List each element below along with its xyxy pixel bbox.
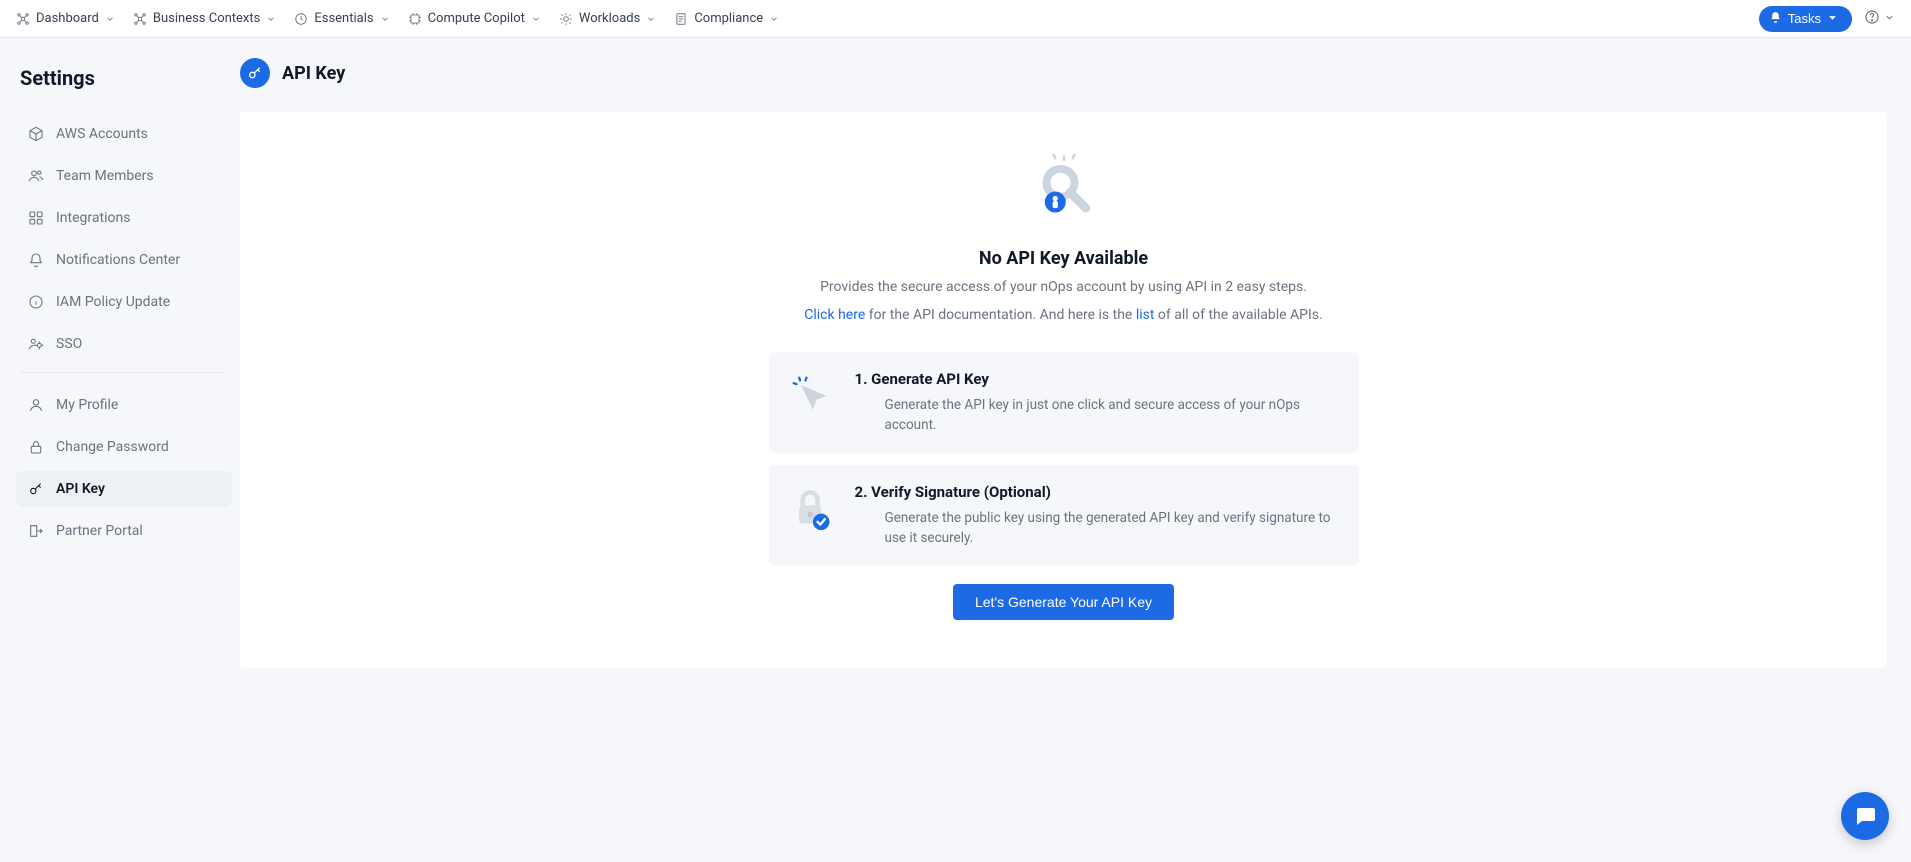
cube-icon [28, 126, 44, 142]
chevron-down-icon [531, 14, 541, 24]
sidebar-item-label: SSO [56, 336, 82, 352]
step-title: 2. Verify Signature (Optional) [855, 483, 1335, 501]
sidebar-item-iam-policy[interactable]: IAM Policy Update [16, 284, 232, 320]
sidebar-item-change-password[interactable]: Change Password [16, 429, 232, 465]
chevron-down-icon [1884, 11, 1895, 27]
sidebar-item-team-members[interactable]: Team Members [16, 158, 232, 194]
sso-icon [28, 336, 44, 352]
chevron-down-icon [380, 14, 390, 24]
chat-icon [1853, 804, 1877, 828]
help-icon [1864, 9, 1880, 29]
sidebar-item-label: AWS Accounts [56, 126, 148, 142]
exit-icon [28, 523, 44, 539]
key-icon [28, 481, 44, 497]
contexts-icon [133, 12, 147, 26]
page-title: API Key [282, 63, 345, 84]
top-nav-right: Tasks [1759, 6, 1895, 32]
sidebar-item-aws-accounts[interactable]: AWS Accounts [16, 116, 232, 152]
cursor-click-icon [787, 370, 837, 435]
tasks-label: Tasks [1788, 11, 1821, 26]
page-header-icon-bg [240, 58, 270, 88]
user-icon [28, 397, 44, 413]
nav-business-contexts[interactable]: Business Contexts [133, 11, 276, 26]
sidebar-item-integrations[interactable]: Integrations [16, 200, 232, 236]
main-content: API Key No API Key Available [240, 38, 1911, 708]
doc-text: of all of the available APIs. [1154, 307, 1322, 323]
sidebar-item-label: Integrations [56, 210, 130, 226]
doc-text: for the API documentation. And here is t… [865, 307, 1136, 323]
sidebar-item-api-key[interactable]: API Key [16, 471, 232, 507]
nav-label: Business Contexts [153, 11, 260, 26]
sidebar-item-label: IAM Policy Update [56, 294, 170, 310]
top-nav-left: Dashboard Business Contexts Essentials C… [16, 11, 779, 26]
help-menu[interactable] [1864, 9, 1895, 29]
essentials-icon [294, 12, 308, 26]
chevron-down-icon [1827, 11, 1838, 26]
step-body: 2. Verify Signature (Optional) Generate … [855, 483, 1335, 548]
cta-row: Let's Generate Your API Key [744, 584, 1384, 620]
nav-label: Workloads [579, 11, 640, 26]
sidebar-item-my-profile[interactable]: My Profile [16, 387, 232, 423]
sidebar-item-notifications[interactable]: Notifications Center [16, 242, 232, 278]
sidebar-item-label: API Key [56, 481, 105, 497]
bell-icon [1769, 11, 1782, 27]
chevron-down-icon [646, 14, 656, 24]
nav-compliance[interactable]: Compliance [674, 11, 779, 26]
step-body: 1. Generate API Key Generate the API key… [855, 370, 1335, 435]
step-verify-signature: 2. Verify Signature (Optional) Generate … [769, 465, 1359, 566]
nav-workloads[interactable]: Workloads [559, 11, 656, 26]
workloads-icon [559, 12, 573, 26]
sidebar-item-label: Partner Portal [56, 523, 143, 539]
compute-icon [408, 12, 422, 26]
info-icon [28, 294, 44, 310]
sidebar-item-label: Change Password [56, 439, 169, 455]
chevron-down-icon [105, 14, 115, 24]
sidebar-item-partner-portal[interactable]: Partner Portal [16, 513, 232, 549]
users-icon [28, 168, 44, 184]
lock-check-icon [787, 483, 837, 548]
dashboard-icon [16, 12, 30, 26]
click-here-link[interactable]: Click here [804, 307, 865, 323]
chevron-down-icon [266, 14, 276, 24]
nav-label: Compliance [694, 11, 763, 26]
page-header: API Key [240, 58, 1887, 88]
sidebar-item-label: Team Members [56, 168, 154, 184]
nav-dashboard[interactable]: Dashboard [16, 11, 115, 26]
lock-icon [28, 439, 44, 455]
generate-api-key-button[interactable]: Let's Generate Your API Key [953, 584, 1174, 620]
nav-label: Compute Copilot [428, 11, 525, 26]
top-nav: Dashboard Business Contexts Essentials C… [0, 0, 1911, 38]
documentation-line: Click here for the API documentation. An… [744, 305, 1384, 326]
key-icon [247, 65, 263, 81]
tasks-button[interactable]: Tasks [1759, 6, 1852, 32]
step-title: 1. Generate API Key [855, 370, 1335, 388]
empty-state-illustration [1024, 148, 1104, 228]
settings-sidebar: Settings AWS Accounts Team Members Integ… [0, 38, 240, 708]
nav-label: Dashboard [36, 11, 99, 26]
list-link[interactable]: list [1136, 307, 1155, 323]
step-generate-api-key: 1. Generate API Key Generate the API key… [769, 352, 1359, 453]
sidebar-item-sso[interactable]: SSO [16, 326, 232, 362]
chevron-down-icon [769, 14, 779, 24]
empty-subtitle: Provides the secure access of your nOps … [744, 279, 1384, 295]
nav-label: Essentials [314, 11, 373, 26]
compliance-icon [674, 12, 688, 26]
nav-essentials[interactable]: Essentials [294, 11, 389, 26]
step-description: Generate the API key in just one click a… [855, 396, 1335, 435]
sidebar-divider [20, 372, 224, 373]
empty-title: No API Key Available [744, 248, 1384, 269]
empty-state: No API Key Available Provides the secure… [744, 148, 1384, 620]
nav-compute-copilot[interactable]: Compute Copilot [408, 11, 541, 26]
grid-icon [28, 210, 44, 226]
sidebar-item-label: My Profile [56, 397, 118, 413]
bell-icon [28, 252, 44, 268]
chat-widget-button[interactable] [1841, 792, 1889, 840]
step-description: Generate the public key using the genera… [855, 509, 1335, 548]
sidebar-item-label: Notifications Center [56, 252, 180, 268]
sidebar-title: Settings [20, 66, 232, 90]
panel: No API Key Available Provides the secure… [240, 112, 1887, 668]
